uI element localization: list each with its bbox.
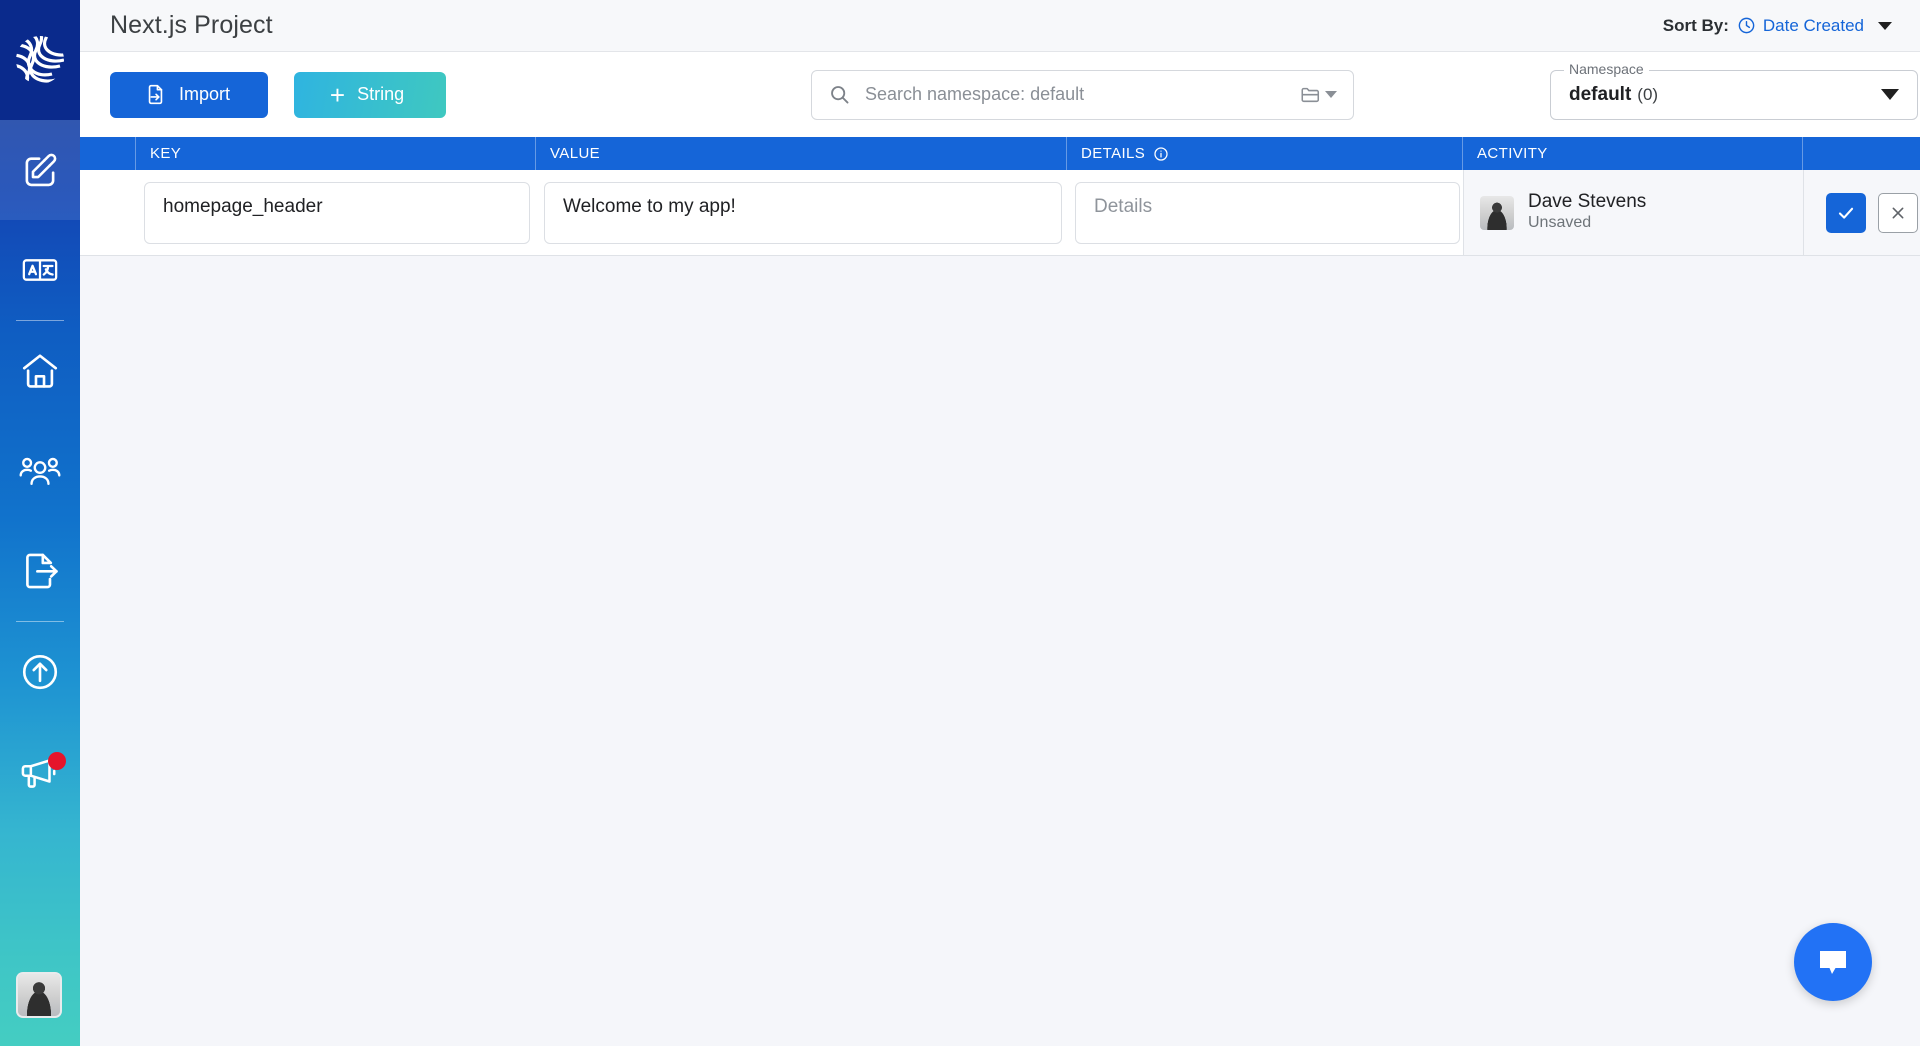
close-x-icon bbox=[1892, 207, 1904, 218]
sidebar-item-edit[interactable] bbox=[0, 120, 80, 220]
table-empty-area bbox=[80, 256, 1920, 1046]
search-field[interactable] bbox=[811, 69, 1354, 120]
sort-by-value: Date Created bbox=[1762, 15, 1864, 35]
table-row: Dave Stevens Unsaved bbox=[80, 170, 1920, 256]
sort-by-label: Sort By: bbox=[1662, 15, 1729, 35]
top-bar: Next.js Project Sort By: Date Created bbox=[80, 0, 1920, 52]
namespace-group: Namespace default (0) bbox=[1550, 60, 1920, 120]
people-group-icon bbox=[19, 457, 61, 486]
notification-badge bbox=[48, 752, 66, 770]
table-header-key[interactable]: KEY bbox=[136, 137, 536, 170]
sidebar-item-upgrade[interactable] bbox=[0, 622, 80, 722]
table-header: KEY VALUE DETAILS ACTIVITY bbox=[80, 137, 1920, 170]
key-field[interactable] bbox=[144, 181, 530, 244]
row-cell-activity: Dave Stevens Unsaved bbox=[1463, 170, 1803, 255]
activity-avatar bbox=[1480, 195, 1514, 230]
check-icon bbox=[1838, 207, 1854, 219]
row-cell-details bbox=[1067, 170, 1463, 255]
chevron-down-icon bbox=[1325, 91, 1337, 98]
namespace-legend: Namespace bbox=[1564, 60, 1649, 77]
edit-square-icon bbox=[25, 153, 57, 187]
table-header-details[interactable]: DETAILS bbox=[1067, 137, 1463, 170]
value-input[interactable] bbox=[561, 194, 1045, 219]
value-field[interactable] bbox=[544, 181, 1062, 244]
row-cell-actions bbox=[1803, 170, 1920, 255]
table-header-gutter bbox=[80, 137, 136, 170]
sidebar-item-home[interactable] bbox=[0, 321, 80, 421]
row-cell-key bbox=[136, 170, 536, 255]
user-avatar[interactable] bbox=[16, 972, 62, 1018]
page-title: Next.js Project bbox=[110, 11, 273, 39]
namespace-value: default bbox=[1569, 83, 1632, 105]
clock-icon bbox=[1738, 17, 1755, 34]
plus-icon: + bbox=[329, 79, 346, 110]
sidebar-item-export[interactable] bbox=[0, 521, 80, 621]
details-field[interactable] bbox=[1075, 181, 1460, 244]
sort-by-dropdown[interactable]: Date Created bbox=[1737, 16, 1892, 36]
table-header-actions bbox=[1803, 137, 1920, 170]
sort-control-group: Sort By: Date Created bbox=[1663, 16, 1892, 36]
activity-text: Dave Stevens Unsaved bbox=[1528, 191, 1646, 234]
add-string-button[interactable]: + String bbox=[294, 71, 446, 118]
import-button-label: Import bbox=[178, 84, 230, 104]
table-header-value[interactable]: VALUE bbox=[536, 137, 1067, 170]
sidebar-item-team[interactable] bbox=[0, 421, 80, 521]
namespace-count: (0) bbox=[1637, 84, 1659, 104]
row-cell-value bbox=[536, 170, 1067, 255]
search-icon bbox=[831, 86, 849, 104]
sidebar-item-translate[interactable] bbox=[0, 220, 80, 320]
circle-up-arrow-icon bbox=[22, 654, 58, 690]
sidebar bbox=[0, 0, 80, 1046]
file-import-icon bbox=[148, 84, 163, 105]
avatar-image bbox=[18, 974, 60, 1016]
search-input[interactable] bbox=[863, 83, 1299, 106]
key-input[interactable] bbox=[161, 194, 513, 219]
search-namespace-filter[interactable] bbox=[1299, 83, 1343, 106]
row-gutter bbox=[80, 170, 136, 255]
namespace-select[interactable]: Namespace default (0) bbox=[1550, 60, 1918, 120]
folder-icon bbox=[1301, 87, 1320, 103]
home-icon bbox=[22, 354, 58, 388]
add-string-button-label: String bbox=[357, 84, 405, 104]
chat-button[interactable] bbox=[1794, 923, 1872, 1001]
confirm-row-button[interactable] bbox=[1826, 192, 1866, 233]
activity-user: Dave Stevens bbox=[1528, 191, 1647, 213]
table-header-details-label: DETAILS bbox=[1081, 145, 1146, 162]
chevron-down-icon bbox=[1878, 21, 1892, 30]
table-header-activity[interactable]: ACTIVITY bbox=[1463, 137, 1803, 170]
import-button[interactable]: Import bbox=[110, 71, 268, 118]
toolbar: Import + String Search namespace: defaul… bbox=[80, 52, 1920, 137]
avatar-image bbox=[1480, 195, 1514, 230]
app-logo[interactable] bbox=[0, 0, 80, 120]
app-root: Next.js Project Sort By: Date Created Im… bbox=[0, 0, 1920, 1046]
activity-status: Unsaved bbox=[1528, 214, 1592, 232]
main-content: Next.js Project Sort By: Date Created Im… bbox=[80, 0, 1920, 1046]
info-circle-icon[interactable] bbox=[1153, 146, 1169, 162]
details-input[interactable] bbox=[1092, 194, 1443, 219]
translate-icon bbox=[22, 259, 58, 281]
chat-bubble-icon bbox=[1820, 951, 1846, 974]
sidebar-item-announcements[interactable] bbox=[0, 722, 80, 822]
file-export-icon bbox=[26, 553, 58, 589]
cancel-row-button[interactable] bbox=[1878, 192, 1918, 233]
chevron-down-icon bbox=[1881, 89, 1899, 100]
